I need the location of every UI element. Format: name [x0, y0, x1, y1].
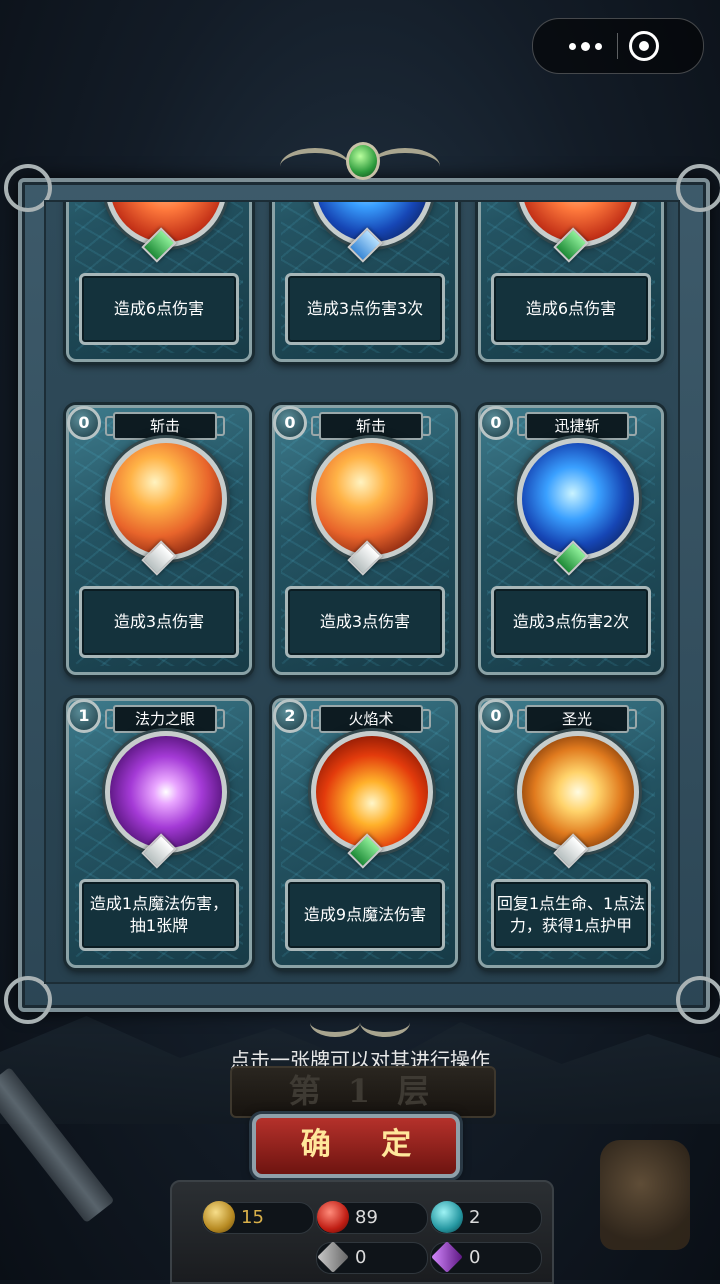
mana-orb-icon [431, 1201, 463, 1233]
frame-corner-ornament [676, 976, 720, 1024]
blue-slash-orb-icon [517, 438, 639, 560]
more-dots-icon[interactable] [555, 31, 615, 61]
skill-card[interactable]: 0 迅捷斩造成3点伤害2次 [478, 405, 664, 675]
card-cost: 0 [67, 406, 101, 440]
backpack-icon[interactable] [600, 1140, 690, 1250]
card-name: 法力之眼 [105, 705, 225, 733]
card-name: 迅捷斩 [517, 412, 637, 440]
skill-card[interactable]: 1 法力之眼造成1点魔法伤害，抽1张牌 [66, 698, 252, 968]
hp-stat: 89 [316, 1201, 428, 1234]
card-cost: 0 [479, 406, 513, 440]
health-orb-icon [317, 1201, 349, 1233]
card-description: 造成3点伤害 [79, 586, 239, 658]
card-name: 圣光 [517, 705, 637, 733]
card-description: 造成3点伤害2次 [491, 586, 651, 658]
capsule-divider [617, 33, 618, 59]
card-description: 造成3点伤害3次 [285, 273, 445, 345]
frame-corner-ornament [676, 164, 720, 212]
gold-stat: 15 [202, 1201, 314, 1234]
armor-diamond-icon [317, 1241, 349, 1273]
card-cost: 0 [273, 406, 307, 440]
confirm-button[interactable]: 确 定 [252, 1114, 460, 1178]
card-description: 造成1点魔法伤害，抽1张牌 [79, 879, 239, 951]
gold-coin-icon [203, 1201, 235, 1233]
card-description: 造成6点伤害 [491, 273, 651, 345]
purple-crystal-icon [431, 1241, 463, 1273]
frame-bottom-ornament [310, 1008, 410, 1037]
skill-card[interactable]: 2 火焰术造成9点魔法伤害 [272, 698, 458, 968]
green-gem-icon [346, 142, 380, 180]
mini-program-capsule [532, 18, 704, 74]
card-description: 造成6点伤害 [79, 273, 239, 345]
fire-slash-orb-icon [105, 438, 227, 560]
card-grid-scroll-area[interactable]: 造成6点伤害 造成3点伤害3次 造成6点伤害 0 斩击 造成3点伤害 0 斩击 造成3点伤害 0 迅… [44, 200, 680, 984]
skill-card[interactable]: 造成6点伤害 [66, 202, 252, 362]
frame-top-ornament [280, 128, 440, 190]
close-target-icon[interactable] [629, 31, 659, 61]
card-description: 造成9点魔法伤害 [285, 879, 445, 951]
card-name: 斩击 [105, 412, 225, 440]
holy-orb-icon [517, 731, 639, 853]
card-description: 造成3点伤害 [285, 586, 445, 658]
skill-card[interactable]: 0 圣光回复1点生命、1点法力，获得1点护甲 [478, 698, 664, 968]
eye-orb-icon [105, 731, 227, 853]
card-name: 斩击 [311, 412, 431, 440]
skill-card[interactable]: 0 斩击造成3点伤害 [272, 405, 458, 675]
skill-card[interactable]: 造成3点伤害3次 [272, 202, 458, 362]
card-cost: 1 [67, 699, 101, 733]
armor-stat: 0 [316, 1241, 428, 1274]
card-cost: 2 [273, 699, 307, 733]
card-cost: 0 [479, 699, 513, 733]
special-stat: 0 [430, 1241, 542, 1274]
floor-indicator: 第 1 层 [230, 1066, 496, 1118]
fire-slash-orb-icon [311, 438, 433, 560]
card-description: 回复1点生命、1点法力，获得1点护甲 [491, 879, 651, 951]
skill-card[interactable]: 0 斩击造成3点伤害 [66, 405, 252, 675]
player-stats-bar: 15 89 2 0 0 [170, 1180, 554, 1284]
flame-orb-icon [311, 731, 433, 853]
skill-card[interactable]: 造成6点伤害 [478, 202, 664, 362]
card-name: 火焰术 [311, 705, 431, 733]
mana-stat: 2 [430, 1201, 542, 1234]
